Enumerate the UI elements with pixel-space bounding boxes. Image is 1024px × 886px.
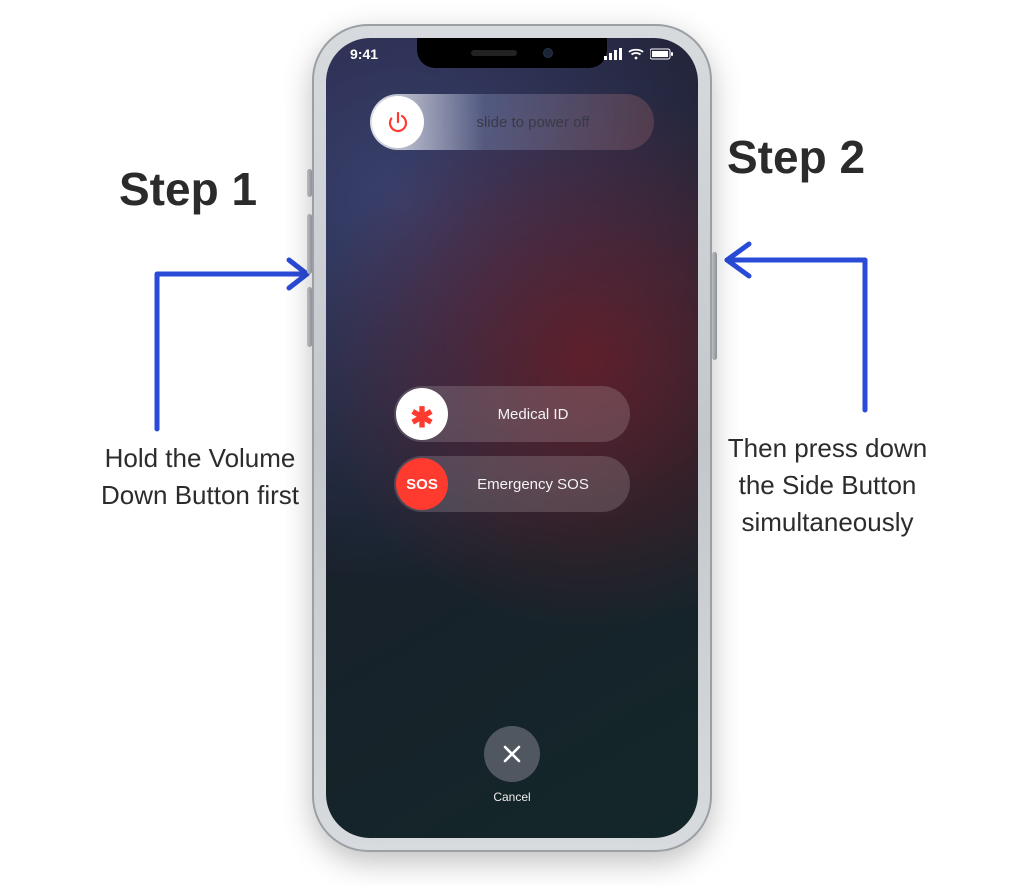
silent-switch[interactable] <box>307 169 312 197</box>
status-time: 9:41 <box>350 46 378 62</box>
signal-icon <box>604 48 622 60</box>
step2-title: Step 2 <box>727 130 865 184</box>
step1-arrow <box>147 234 327 434</box>
iphone-mockup: 9:41 slide to power off ✱ Medical ID <box>312 24 712 852</box>
power-icon <box>386 110 410 134</box>
cancel-label: Cancel <box>484 790 540 804</box>
volume-up-button[interactable] <box>307 214 312 274</box>
power-off-knob[interactable] <box>372 96 424 148</box>
step1-title: Step 1 <box>119 162 257 216</box>
phone-screen: 9:41 slide to power off ✱ Medical ID <box>326 38 698 838</box>
power-off-slider[interactable]: slide to power off <box>370 94 654 150</box>
emergency-sos-slider[interactable]: SOS Emergency SOS <box>394 456 630 512</box>
cancel-button[interactable] <box>484 726 540 782</box>
power-off-label: slide to power off <box>426 114 654 131</box>
step1-description: Hold the Volume Down Button first <box>100 440 300 514</box>
cancel-group: Cancel <box>484 726 540 804</box>
step2-description: Then press down the Side Button simultan… <box>715 430 940 541</box>
status-bar: 9:41 <box>326 46 698 62</box>
battery-icon <box>650 48 674 60</box>
sos-label: Emergency SOS <box>450 476 630 493</box>
step2-arrow <box>715 200 885 420</box>
medical-id-label: Medical ID <box>450 406 630 423</box>
wifi-icon <box>628 48 644 60</box>
close-icon <box>502 744 522 764</box>
volume-down-button[interactable] <box>307 287 312 347</box>
medical-id-slider[interactable]: ✱ Medical ID <box>394 386 630 442</box>
asterisk-icon: ✱ <box>410 404 433 432</box>
side-button[interactable] <box>712 252 717 360</box>
sos-knob[interactable]: SOS <box>396 458 448 510</box>
medical-id-knob[interactable]: ✱ <box>396 388 448 440</box>
